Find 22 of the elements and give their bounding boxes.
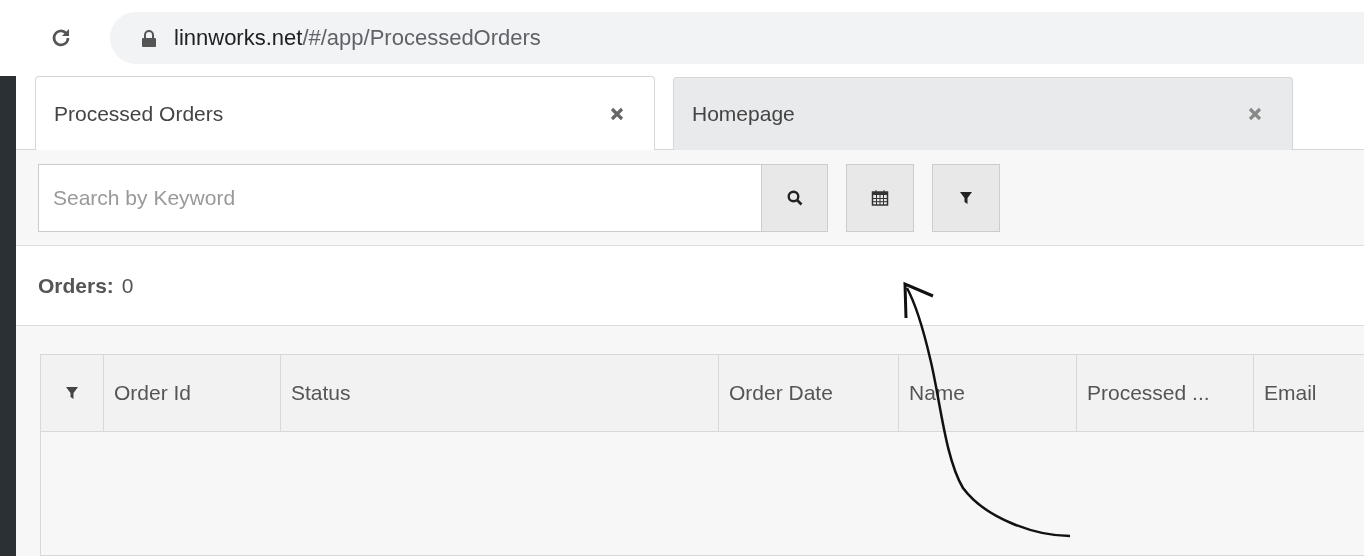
column-header[interactable]: Order Date (719, 355, 899, 431)
column-header[interactable]: Email (1254, 355, 1364, 431)
tab[interactable]: Homepage (673, 77, 1293, 150)
reload-icon[interactable] (50, 27, 72, 49)
filter-icon (959, 190, 973, 205)
close-icon[interactable] (610, 106, 624, 121)
lock-icon (142, 29, 156, 47)
calendar-icon (871, 188, 889, 207)
column-header[interactable]: Processed ... (1077, 355, 1254, 431)
orders-count: 0 (121, 273, 134, 298)
filter-icon (65, 386, 79, 400)
column-header[interactable]: Status (281, 355, 719, 431)
search-field[interactable]: Search by Keyword (38, 163, 762, 232)
column-header[interactable]: Order Id (104, 355, 281, 431)
calendar-button[interactable] (846, 163, 914, 232)
orders-label: Orders: (38, 273, 114, 298)
tab[interactable]: Processed Orders (35, 76, 655, 150)
search-icon (786, 189, 803, 206)
url-text: linnworks.net/#/app/ProcessedOrders (174, 25, 541, 51)
close-icon[interactable] (1248, 107, 1262, 121)
address-bar[interactable]: linnworks.net/#/app/ProcessedOrders (110, 12, 1364, 64)
search-button[interactable] (762, 163, 828, 232)
